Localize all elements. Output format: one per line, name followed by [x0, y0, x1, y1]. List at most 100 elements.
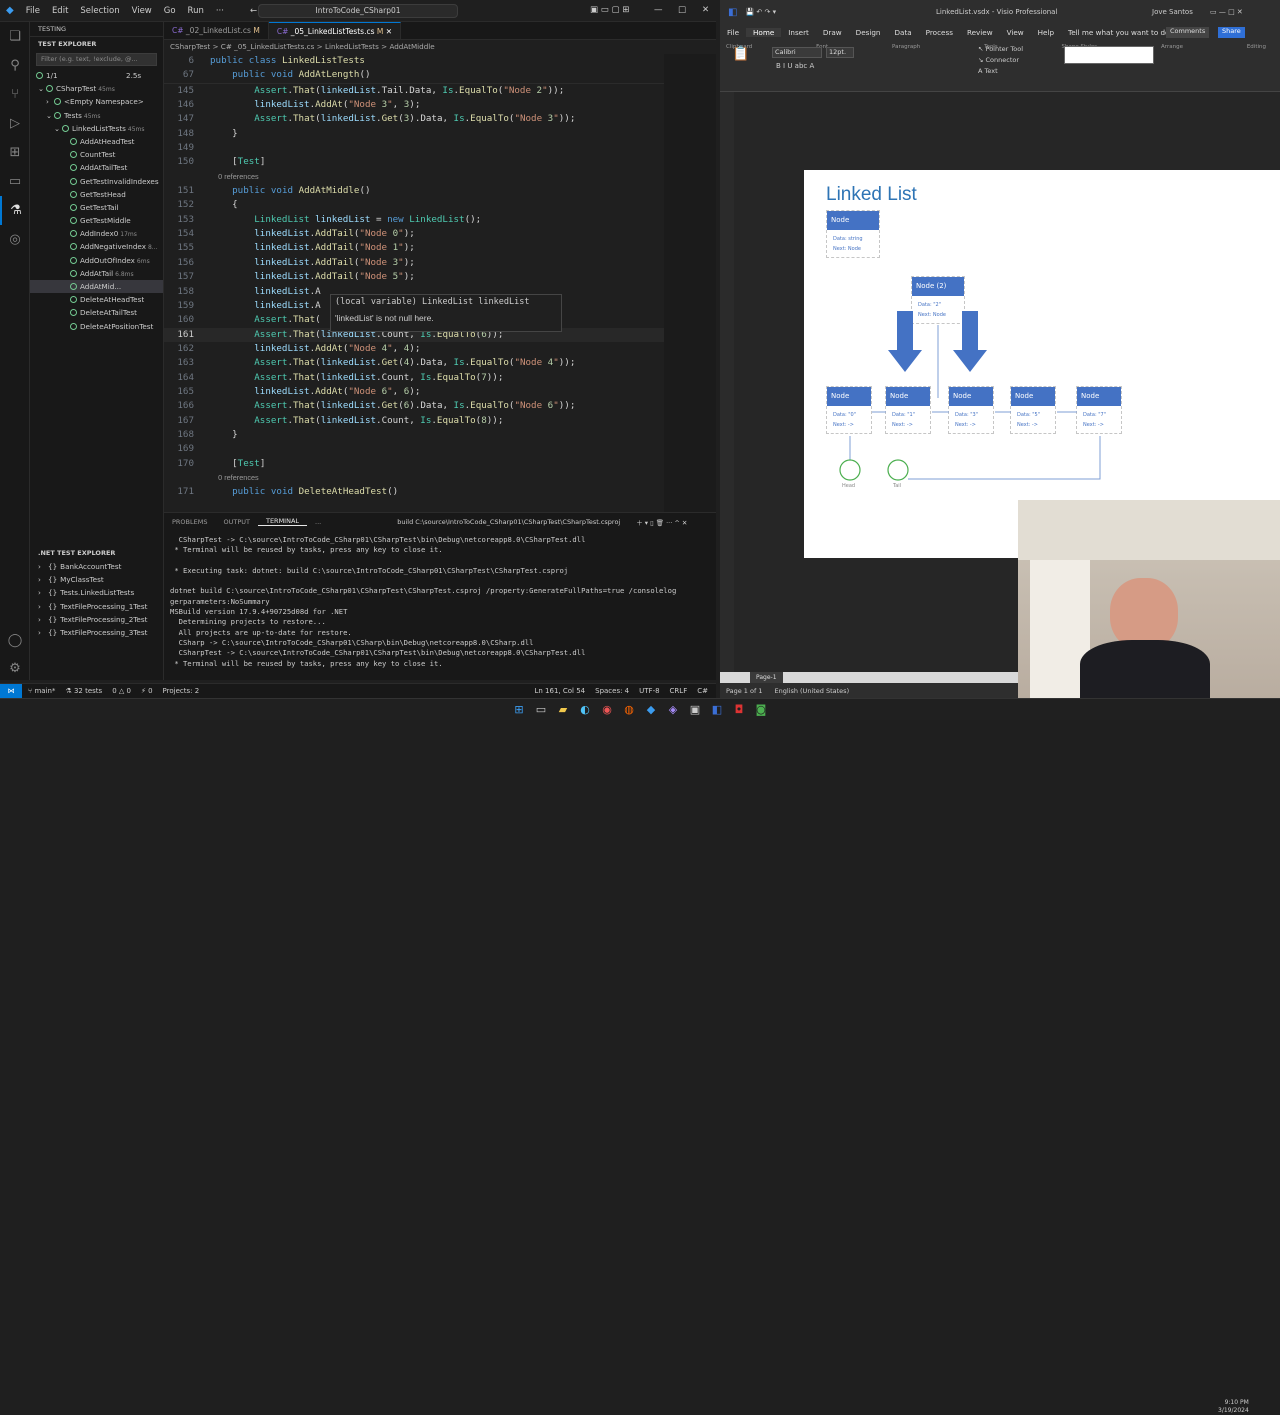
tab-terminal[interactable]: TERMINAL	[257, 517, 308, 526]
test-tree-item[interactable]: ⌄ CSharpTest 45ms	[30, 82, 163, 95]
ribbon-tab-file[interactable]: File	[720, 28, 746, 37]
caret-icon[interactable]: ›	[38, 626, 48, 639]
copilot-icon[interactable]: ◎	[0, 225, 30, 254]
menu-selection[interactable]: Selection	[74, 6, 125, 16]
account-icon[interactable]: ◯	[0, 626, 30, 655]
code-line[interactable]: 170 [Test]	[164, 457, 716, 471]
dotnet-test-item[interactable]: ›{} TextFileProcessing_1Test	[30, 600, 163, 613]
system-clock[interactable]: 9:10 PM 3/19/2024	[1218, 1399, 1249, 1415]
ports-status[interactable]: ⚡ 0	[141, 687, 153, 695]
tab-linkedlisttests-cs[interactable]: C# _05_LinkedListTests.cs M ✕	[268, 22, 402, 39]
code-line[interactable]: 171 public void DeleteAtHeadTest()	[164, 485, 716, 499]
dotnet-test-item[interactable]: ›{} TextFileProcessing_2Test	[30, 613, 163, 626]
command-center-search[interactable]: IntroToCode_CSharp01	[258, 4, 458, 18]
test-filter-input[interactable]: Filter (e.g. text, !exclude, @...	[36, 53, 157, 66]
dotnet-test-item[interactable]: ›{} Tests.LinkedListTests	[30, 586, 163, 599]
ribbon-tab-insert[interactable]: Insert	[781, 28, 816, 37]
testing-icon[interactable]: ⚗	[0, 196, 30, 225]
test-tree-item[interactable]: AddAtMid...	[30, 280, 163, 294]
maximize-icon[interactable]: □	[672, 5, 692, 15]
code-line[interactable]: 157 linkedList.AddTail("Node 5");	[164, 270, 716, 284]
dotnet-test-item[interactable]: ›{} BankAccountTest	[30, 560, 163, 573]
minimize-icon[interactable]: —	[648, 5, 669, 15]
code-line[interactable]: 146 linkedList.AddAt("Node 3", 3);	[164, 98, 716, 112]
visual-studio-icon[interactable]: ◈	[662, 701, 684, 719]
test-tree-item[interactable]: GetTestMiddle	[30, 214, 163, 227]
layout-toggle-icon[interactable]: ▣ ▭ ▢ ⊞	[584, 5, 635, 15]
ribbon-tab-help[interactable]: Help	[1031, 28, 1061, 37]
app-green-icon[interactable]: ◙	[750, 701, 772, 719]
font-name-select[interactable]: Calibri	[772, 47, 822, 58]
test-tree-item[interactable]: AddOutOfIndex 6ms	[30, 254, 163, 267]
tab-problems[interactable]: PROBLEMS	[164, 518, 215, 526]
windows-start-icon[interactable]: ⊞	[508, 701, 530, 719]
test-tree-item[interactable]: AddAtTail 6.8ms	[30, 267, 163, 280]
codelens-references[interactable]: 0 references	[210, 170, 259, 184]
code-line[interactable]: 0 references	[164, 170, 716, 184]
code-line[interactable]: 149	[164, 141, 716, 155]
font-size-select[interactable]: 12pt.	[826, 47, 854, 58]
code-line[interactable]: 152 {	[164, 198, 716, 212]
connector-button[interactable]: ↘ Connector	[978, 55, 1023, 66]
test-tree-item[interactable]: DeleteAtTailTest	[30, 306, 163, 319]
cursor-position[interactable]: Ln 161, Col 54	[535, 687, 586, 695]
test-tree-item[interactable]: AddAtHeadTest	[30, 135, 163, 148]
indent-status[interactable]: Spaces: 4	[595, 687, 629, 695]
task-view-icon[interactable]: ▭	[530, 701, 552, 719]
paste-icon[interactable]: 📋	[732, 46, 754, 66]
test-tree-item[interactable]: GetTestInvalidIndexes	[30, 175, 163, 188]
source-control-icon[interactable]: ⑂	[0, 80, 30, 109]
code-line[interactable]: 167 Assert.That(linkedList.Count, Is.Equ…	[164, 414, 716, 428]
remote-indicator-icon[interactable]: ⋈	[0, 683, 22, 698]
code-line[interactable]: 155 linkedList.AddTail("Node 1");	[164, 241, 716, 255]
projects-status[interactable]: Projects: 2	[163, 687, 200, 695]
test-tree-item[interactable]: ⌄ LinkedListTests 45ms	[30, 122, 163, 135]
menu-edit[interactable]: Edit	[46, 6, 74, 16]
menu-run[interactable]: Run	[182, 6, 210, 16]
code-line[interactable]: 145 Assert.That(linkedList.Tail.Data, Is…	[164, 84, 716, 98]
test-count[interactable]: ⚗ 32 tests	[65, 687, 102, 695]
vscode-taskbar-icon[interactable]: ◆	[640, 701, 662, 719]
page-count[interactable]: Page 1 of 1	[726, 687, 762, 695]
sticky-line[interactable]: 6 public class LinkedListTests	[164, 54, 716, 68]
caret-icon[interactable]: ⌄	[38, 82, 46, 95]
more-menu-icon[interactable]: ···	[210, 6, 230, 16]
terminal-instance[interactable]: build C:\source\IntroToCode_CSharp01\CSh…	[389, 518, 628, 526]
ribbon-tab-data[interactable]: Data	[888, 28, 919, 37]
sticky-line[interactable]: 67 public void AddAtLength()	[164, 68, 716, 82]
test-tree-item[interactable]: AddIndex0 17ms	[30, 227, 163, 240]
ribbon-tab-design[interactable]: Design	[849, 28, 888, 37]
visio-user-name[interactable]: Jove Santos	[1152, 8, 1193, 16]
code-line[interactable]: 0 references	[164, 471, 716, 485]
tab-more[interactable]: ...	[307, 518, 329, 526]
new-terminal-icon[interactable]: ＋ ▾ ▯ 🗑 ··· ^ ✕	[628, 517, 695, 527]
pointer-tool-button[interactable]: ↖ Pointer Tool	[978, 44, 1023, 55]
caret-icon[interactable]: ›	[38, 613, 48, 626]
pdf-reader-icon[interactable]: ◘	[728, 701, 750, 719]
problems-status[interactable]: 0 △ 0	[112, 687, 131, 695]
code-line[interactable]: 165 linkedList.AddAt("Node 6", 6);	[164, 385, 716, 399]
code-line[interactable]: 147 Assert.That(linkedList.Get(3).Data, …	[164, 112, 716, 126]
tail-circle[interactable]	[887, 459, 909, 481]
visio-taskbar-icon[interactable]: ◧	[706, 701, 728, 719]
test-tree-item[interactable]: GetTestHead	[30, 188, 163, 201]
quick-access-icon[interactable]: 💾 ↶ ↷ ▾	[745, 8, 776, 16]
minimap[interactable]	[664, 54, 716, 512]
ribbon-tab-review[interactable]: Review	[960, 28, 1000, 37]
caret-icon[interactable]: ›	[38, 560, 48, 573]
run-debug-icon[interactable]: ▷	[0, 109, 30, 138]
explorer-icon[interactable]: ❏	[0, 22, 30, 51]
code-line[interactable]: 148 }	[164, 127, 716, 141]
text-tool-button[interactable]: A Text	[978, 66, 1023, 77]
language-indicator[interactable]: English (United States)	[774, 687, 849, 695]
edge-browser-icon[interactable]: ◐	[574, 701, 596, 719]
code-line[interactable]: 163 Assert.That(linkedList.Get(4).Data, …	[164, 356, 716, 370]
terminal-output[interactable]: CSharpTest -> C:\source\IntroToCode_CSha…	[170, 535, 710, 669]
code-line[interactable]: 150 [Test]	[164, 155, 716, 169]
branch-status[interactable]: ⑂ main*	[28, 687, 55, 695]
head-circle[interactable]	[839, 459, 861, 481]
caret-icon[interactable]: ⌄	[54, 122, 62, 135]
comments-button[interactable]: Comments	[1166, 27, 1210, 38]
remote-icon[interactable]: ▭	[0, 167, 30, 196]
code-line[interactable]: 166 Assert.That(linkedList.Get(6).Data, …	[164, 399, 716, 413]
